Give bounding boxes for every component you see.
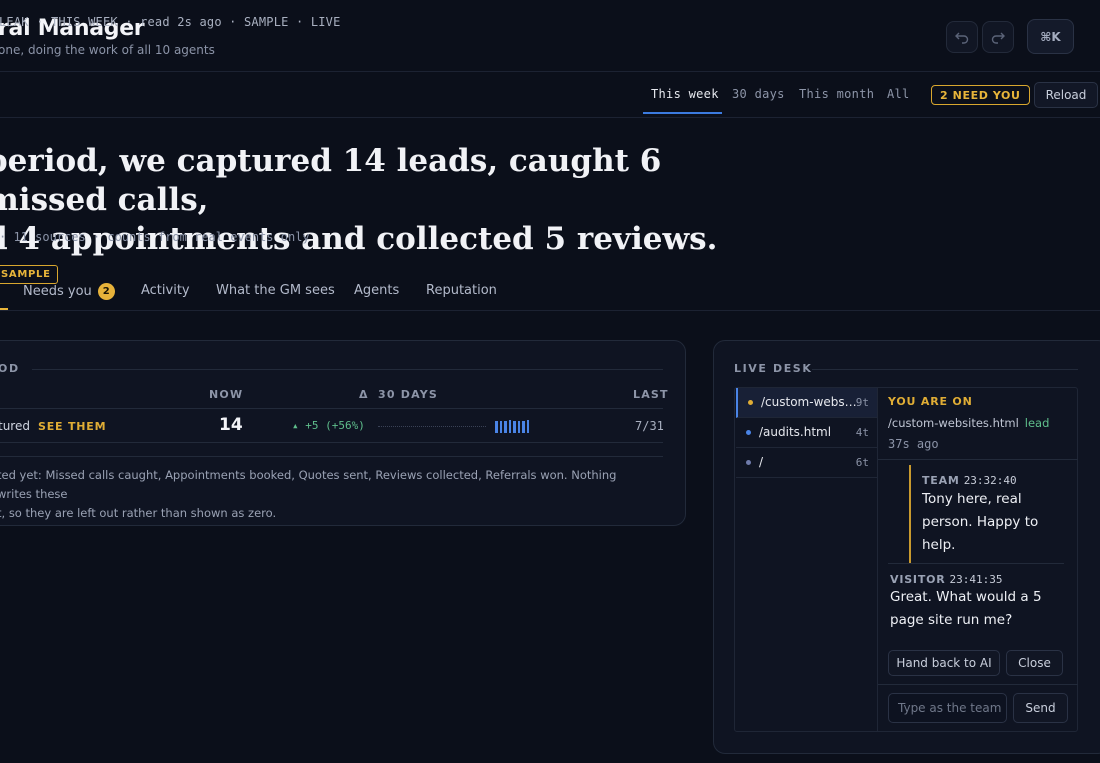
tab-agents[interactable]: Agents <box>354 283 399 298</box>
status-dot <box>746 430 751 435</box>
headline-line-1: period, we captured 14 leads, caught 6 m… <box>0 143 662 218</box>
tab-activity[interactable]: Activity <box>141 283 190 298</box>
needs-you-count-badge: 2 <box>97 283 115 300</box>
tab-reputation[interactable]: Reputation <box>426 283 497 298</box>
active-tab-indicator <box>0 308 8 310</box>
chat-header-divider <box>878 459 1078 460</box>
undo-icon <box>955 32 969 44</box>
range-tab-30-days[interactable]: 30 days <box>732 87 785 101</box>
column-header-delta: Δ <box>359 388 369 401</box>
metric-now-value: 14 <box>219 415 243 435</box>
redo-button[interactable] <box>982 21 1014 53</box>
tab-needs-you[interactable]: Needs you 2 <box>23 283 115 300</box>
current-page-path-text: /custom-websites.html <box>888 416 1019 430</box>
hand-back-to-ai-button[interactable]: Hand back to AI <box>888 650 1000 676</box>
visitor-message-header: VISITOR 23:41:35 <box>890 573 1003 586</box>
sparkline-bar <box>495 421 498 433</box>
metric-sparkline <box>495 420 529 433</box>
you-are-on-label: YOU ARE ON <box>888 395 973 408</box>
note-line-1: ted yet: Missed calls caught, Appointmen… <box>0 468 617 501</box>
live-desk-label: LIVE DESK <box>734 362 813 375</box>
metric-row-label: tured <box>0 419 30 433</box>
range-tab-this-month[interactable]: This month <box>799 87 874 101</box>
send-button[interactable]: Send <box>1013 693 1068 723</box>
need-you-badge[interactable]: 2 NEED YOU <box>931 85 1030 105</box>
visitor-page-item[interactable]: /custom-webs… 9t <box>736 388 877 418</box>
compose-input[interactable]: Type as the team <box>888 693 1007 723</box>
range-tab-all[interactable]: All <box>887 87 910 101</box>
command-palette-button[interactable]: ⌘K <box>1027 19 1074 54</box>
sparkline-bar <box>513 421 516 433</box>
visitor-role: VISITOR <box>890 573 946 586</box>
tab-needs-you-label: Needs you <box>23 284 92 299</box>
tab-what-the-gm-sees[interactable]: What the GM sees <box>216 283 335 298</box>
sparkline-bar <box>504 421 507 433</box>
team-role: TEAM <box>922 474 960 487</box>
card-label-divider <box>32 369 663 370</box>
note-divider <box>0 456 663 457</box>
current-page-path: /custom-websites.html lead <box>888 416 1049 430</box>
current-page-ago: 37s ago <box>888 437 939 451</box>
period-card-label: OD <box>0 362 20 375</box>
close-button[interactable]: Close <box>1006 650 1063 676</box>
visitor-page-item[interactable]: / 6t <box>736 448 877 478</box>
message-divider <box>888 563 1064 564</box>
column-header-last: LAST <box>633 388 669 401</box>
live-desk-label-divider <box>812 369 1078 370</box>
visitor-page-item[interactable]: /audits.html 4t <box>736 418 877 448</box>
table-row-divider <box>0 442 663 443</box>
app-subtitle: one, doing the work of all 10 agents <box>0 43 215 57</box>
column-header-30-days: 30 DAYS <box>378 388 439 401</box>
sparkline-bar <box>499 421 502 433</box>
trend-baseline <box>378 426 486 427</box>
undo-button[interactable] <box>946 21 978 53</box>
team-message-header: TEAM 23:32:40 <box>922 474 1017 487</box>
table-header-divider <box>0 408 663 409</box>
column-header-now: NOW <box>209 388 244 401</box>
app-header <box>0 0 1100 72</box>
page-count: 4t <box>855 426 869 439</box>
page-path: /audits.html <box>759 425 832 439</box>
team-time: 23:32:40 <box>963 474 1017 487</box>
live-desk-column-divider <box>877 387 878 732</box>
team-message: Tony here, real person. Happy to help. <box>922 491 1039 553</box>
sparkline-bar <box>517 421 520 433</box>
sparkline-bar <box>526 420 529 433</box>
page-path: / <box>759 455 764 469</box>
compose-divider <box>878 684 1078 685</box>
note-line-2: t, so they are left out rather than show… <box>0 506 277 520</box>
range-tab-this-week[interactable]: This week <box>651 87 719 101</box>
redo-icon <box>991 32 1005 44</box>
visitor-time: 23:41:35 <box>949 573 1003 586</box>
status-dot <box>746 460 751 465</box>
metric-last-value: 7/31 <box>635 419 664 433</box>
reload-button[interactable]: Reload <box>1034 82 1098 108</box>
see-them-link[interactable]: SEE THEM <box>38 420 106 433</box>
untracked-metrics-note: ted yet: Missed calls caught, Appointmen… <box>0 466 647 523</box>
lead-tag: lead <box>1024 416 1050 430</box>
status-dot <box>748 400 753 405</box>
visitor-message: Great. What would a 5 page site run me? <box>890 589 1042 628</box>
sparkline-bar <box>522 421 525 433</box>
team-message-marker <box>909 465 911 563</box>
metric-delta: ▴ +5 (+56%) <box>292 419 365 432</box>
page-count: 9t <box>855 396 869 409</box>
status-line: LEAK · THIS WEEK · read 2s ago · SAMPLE … <box>0 15 341 29</box>
sources-line: · 11 sources · counts from real events o… <box>0 230 310 244</box>
sparkline-bar <box>508 420 511 433</box>
range-tab-indicator <box>643 112 722 114</box>
page-count: 6t <box>855 456 869 469</box>
page-path: /custom-webs… <box>761 395 857 409</box>
